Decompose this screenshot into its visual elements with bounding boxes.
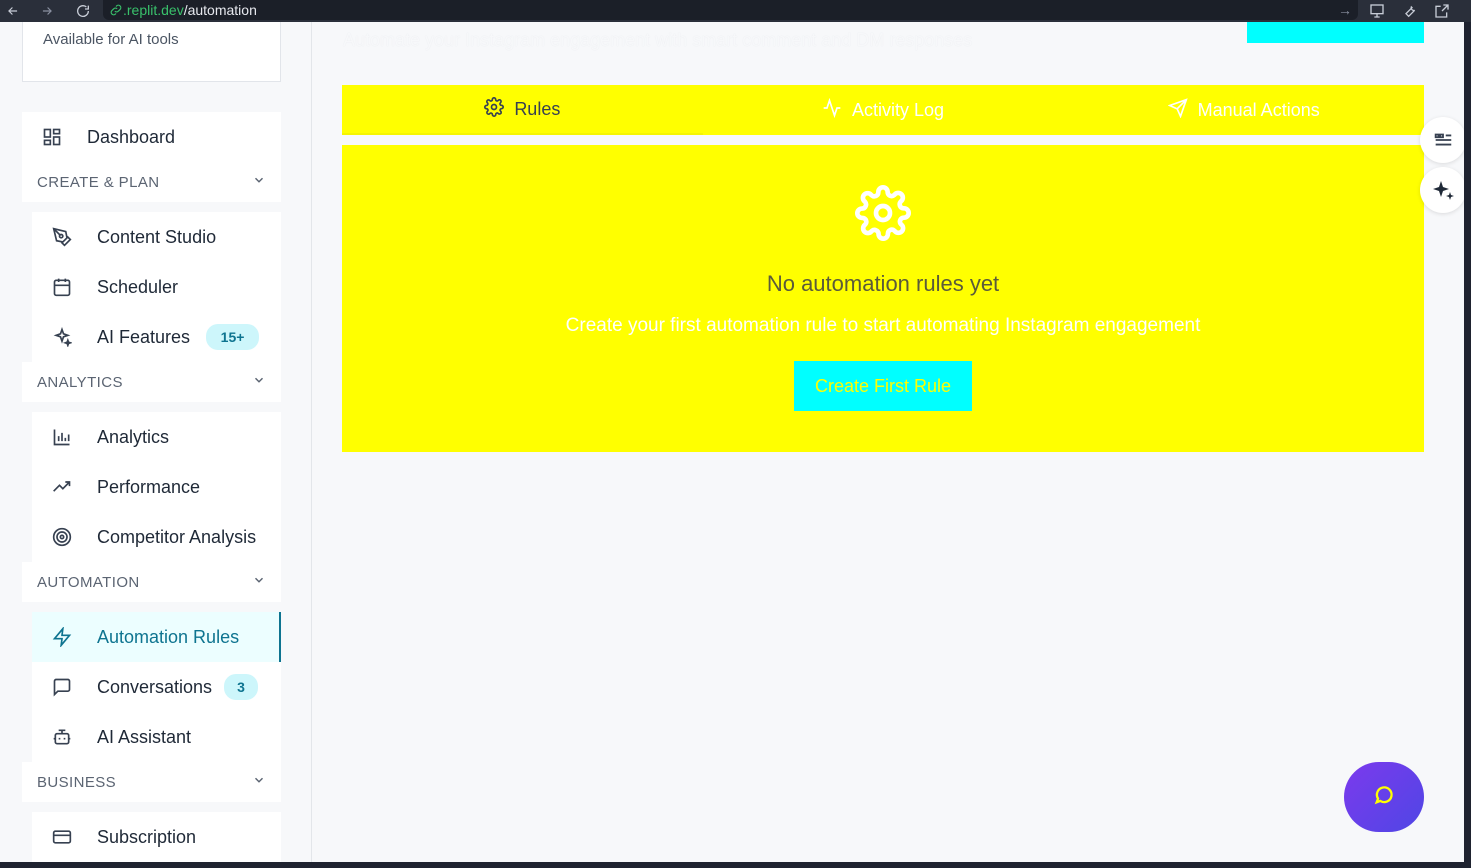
tab-activity-log[interactable]: Activity Log [703, 85, 1064, 135]
sidebar-item-content-studio[interactable]: Content Studio [32, 212, 281, 262]
section-title: AUTOMATION [37, 573, 140, 591]
empty-state-message: Create your first automation rule to sta… [565, 315, 1201, 336]
wrench-icon[interactable] [1402, 0, 1418, 22]
create-first-rule-button[interactable]: Create First Rule [794, 361, 972, 411]
layout-grid-icon [41, 126, 63, 148]
sidebar-item-ai-features[interactable]: AI Features 15+ [32, 312, 281, 362]
window-frame-bottom [0, 862, 1471, 868]
section-list-business: Subscription [32, 812, 281, 862]
tab-bar: Rules Activity Log Manual Actions [342, 85, 1424, 135]
section-list-automation: Automation Rules Conversations 3 AI Assi… [32, 612, 281, 762]
chat-bubble-icon [1373, 784, 1395, 811]
section-list-analytics: Analytics Performance Competitor Analysi… [32, 412, 281, 562]
section-header-business[interactable]: BUSINESS [22, 762, 281, 802]
tab-label: Manual Actions [1197, 99, 1320, 120]
sidebar-item-subscription[interactable]: Subscription [32, 812, 281, 862]
sidebar-item-label: Scheduler [97, 276, 179, 297]
ai-tools-caption: Available for AI tools [43, 31, 179, 48]
credit-card-icon [51, 826, 73, 848]
count-badge: 15+ [206, 324, 260, 350]
pen-tool-icon [51, 226, 73, 248]
sidebar-item-label: Content Studio [97, 226, 217, 247]
back-icon[interactable] [2, 0, 24, 22]
monitor-icon[interactable] [1368, 0, 1386, 22]
section-header-analytics[interactable]: ANALYTICS [22, 362, 281, 402]
sparkles-icon[interactable] [1420, 167, 1464, 213]
sidebar: Available for AI tools Dashboard CREATE … [0, 22, 312, 862]
sidebar-item-label: Automation Rules [97, 626, 240, 647]
sidebar-item-label: Analytics [97, 426, 170, 447]
browser-toolbar: .replit.dev/automation → [0, 0, 1471, 22]
section-title: ANALYTICS [37, 373, 123, 391]
zap-icon [51, 626, 73, 648]
sidebar-item-label: Subscription [97, 826, 197, 847]
bar-chart-icon [51, 426, 73, 448]
trending-up-icon [51, 476, 73, 498]
tab-manual-actions[interactable]: Manual Actions [1063, 85, 1424, 135]
count-badge: 3 [224, 674, 259, 700]
gear-icon [484, 96, 505, 122]
header-action-button[interactable] [1247, 22, 1424, 43]
chevron-down-icon [252, 573, 266, 591]
link-icon [110, 4, 122, 16]
target-icon [51, 526, 73, 548]
section-list-create-plan: Content Studio Scheduler AI Features 15+ [32, 212, 281, 362]
external-link-icon[interactable] [1434, 0, 1450, 22]
main-content: Automate your Instagram engagement with … [312, 22, 1464, 862]
sidebar-item-label: AI Features [97, 326, 191, 347]
url-host: .replit.dev [123, 2, 184, 18]
sidebar-item-label: Conversations [97, 676, 213, 697]
sidebar-item-conversations[interactable]: Conversations 3 [32, 662, 281, 712]
window-frame-right [1464, 22, 1471, 868]
section-header-create-plan[interactable]: CREATE & PLAN [22, 162, 281, 202]
bot-icon [51, 726, 73, 748]
sidebar-item-label: Performance [97, 476, 201, 497]
quote-list-icon[interactable] [1420, 117, 1464, 163]
chevron-down-icon [252, 773, 266, 791]
sidebar-item-label: Competitor Analysis [97, 526, 257, 547]
empty-state-panel: No automation rules yet Create your firs… [342, 145, 1424, 452]
address-bar[interactable]: .replit.dev/automation → [103, 0, 1358, 20]
tab-label: Rules [514, 98, 561, 119]
sidebar-item-dashboard[interactable]: Dashboard [22, 112, 281, 162]
page-subtitle: Automate your Instagram engagement with … [343, 30, 973, 50]
empty-state-title: No automation rules yet [766, 271, 1000, 296]
section-title: CREATE & PLAN [37, 173, 160, 191]
message-square-icon [51, 676, 73, 698]
chevron-down-icon [252, 173, 266, 191]
reload-icon[interactable] [72, 0, 94, 22]
sidebar-item-label: Dashboard [87, 126, 176, 147]
sidebar-item-ai-assistant[interactable]: AI Assistant [32, 712, 281, 762]
sidebar-item-analytics[interactable]: Analytics [32, 412, 281, 462]
chevron-down-icon [252, 373, 266, 391]
section-header-automation[interactable]: AUTOMATION [22, 562, 281, 602]
sparkles-icon [51, 326, 73, 348]
tab-label: Activity Log [851, 99, 945, 120]
sidebar-item-scheduler[interactable]: Scheduler [32, 262, 281, 312]
gear-icon [855, 185, 911, 246]
go-arrow-icon[interactable]: → [1338, 2, 1352, 18]
send-icon [1167, 97, 1188, 123]
activity-icon [822, 97, 842, 123]
section-title: BUSINESS [37, 773, 117, 791]
sidebar-item-performance[interactable]: Performance [32, 462, 281, 512]
calendar-icon [51, 276, 73, 298]
url-path: /automation [183, 2, 257, 18]
forward-icon[interactable] [36, 0, 58, 22]
app-window: Available for AI tools Dashboard CREATE … [0, 22, 1464, 862]
sidebar-item-competitor-analysis[interactable]: Competitor Analysis [32, 512, 281, 562]
sidebar-item-automation-rules[interactable]: Automation Rules [32, 612, 281, 662]
chat-launcher-button[interactable] [1344, 762, 1424, 832]
ai-tools-card: Available for AI tools [22, 22, 281, 82]
sidebar-item-label: AI Assistant [97, 726, 192, 747]
tab-rules[interactable]: Rules [342, 85, 703, 135]
